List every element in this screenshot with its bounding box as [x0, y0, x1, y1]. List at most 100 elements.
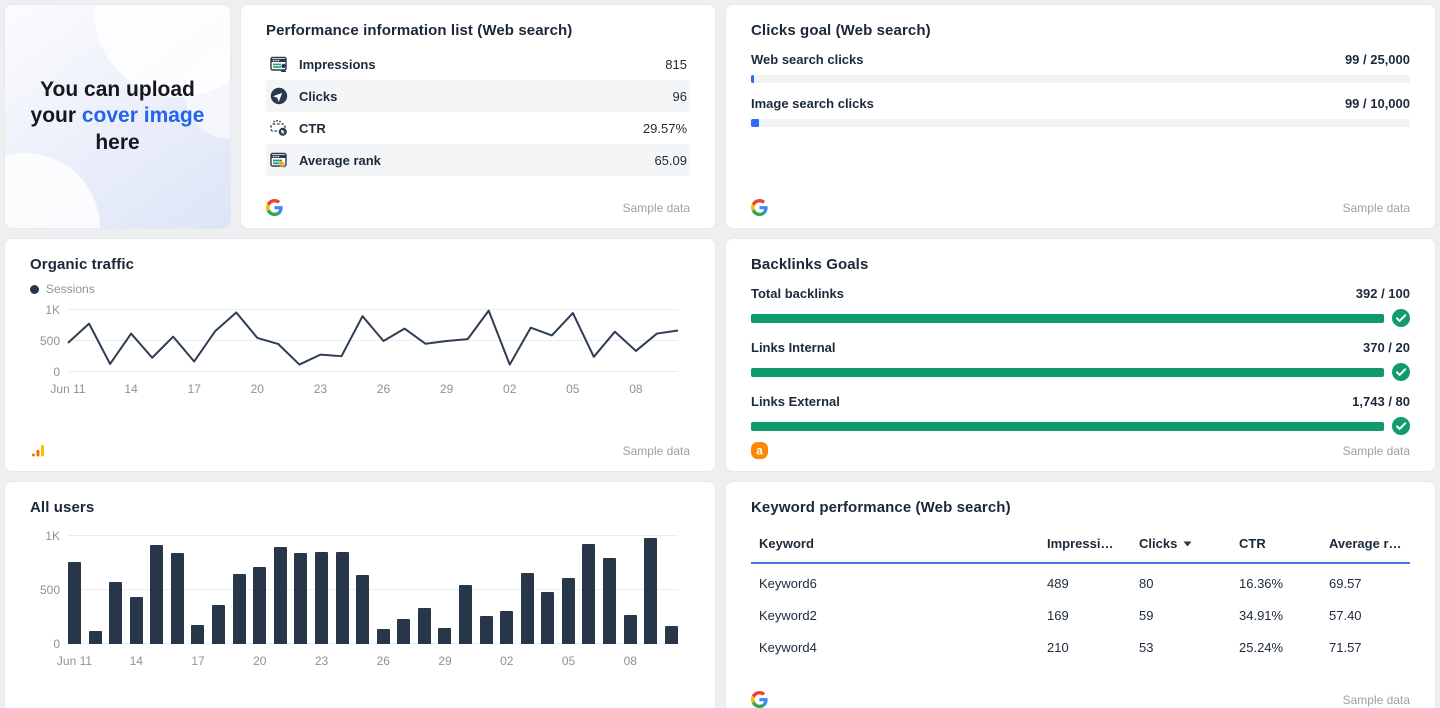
y-axis-tick: 0 [53, 637, 60, 651]
progress-fill [751, 422, 1384, 431]
top-row: You can upload your cover image here Per… [4, 4, 1436, 229]
y-axis-tick: 0 [53, 365, 60, 379]
table-row[interactable]: Keyword2 169 59 34.91% 57.40 [751, 599, 1410, 631]
legend-dot [30, 285, 39, 294]
bar[interactable] [274, 547, 287, 644]
table-row[interactable]: Keyword4 210 53 25.24% 71.57 [751, 631, 1410, 663]
bar-chart-plot [68, 536, 678, 644]
widget-title: Keyword performance (Web search) [751, 499, 1410, 516]
goal-total-backlinks: Total backlinks 392 / 100 [751, 286, 1410, 327]
goal-links-internal: Links Internal 370 / 20 [751, 340, 1410, 381]
bar[interactable] [541, 592, 554, 644]
bar[interactable] [603, 558, 616, 644]
widget-title: All users [30, 499, 690, 516]
clicks-goal-widget[interactable]: Clicks goal (Web search) Web search clic… [725, 4, 1436, 229]
impressions-icon [269, 54, 289, 74]
bar[interactable] [418, 608, 431, 644]
bar[interactable] [665, 626, 678, 644]
organic-traffic-widget[interactable]: Organic traffic Sessions 05001K Jun 1114… [4, 238, 716, 472]
bar[interactable] [315, 552, 328, 644]
column-header-ctr[interactable]: CTR [1239, 536, 1329, 551]
bar[interactable] [89, 631, 102, 644]
bar[interactable] [624, 615, 637, 644]
progress-bar [751, 422, 1384, 431]
bar[interactable] [212, 605, 225, 644]
bar[interactable] [171, 553, 184, 644]
bar[interactable] [521, 573, 534, 644]
x-axis-tick: 02 [500, 654, 513, 668]
metric-list: Impressions 815 Clicks 96 [266, 48, 690, 176]
table-body: Keyword6 489 80 16.36% 69.57 Keyword2 16… [751, 567, 1410, 663]
average-rank-icon [269, 150, 289, 170]
goal-value: 1,743 / 80 [1352, 394, 1410, 409]
cell-impressions: 210 [1047, 640, 1139, 655]
y-axis: 05001K [30, 536, 60, 644]
bar[interactable] [500, 611, 513, 644]
x-axis-tick: 05 [562, 654, 575, 668]
column-header-keyword[interactable]: Keyword [759, 536, 1047, 551]
bar[interactable] [562, 578, 575, 644]
progress-bar [751, 368, 1384, 377]
cell-clicks: 80 [1139, 576, 1239, 591]
bar[interactable] [397, 619, 410, 644]
y-axis-tick: 500 [40, 334, 60, 348]
bar[interactable] [191, 625, 204, 644]
sample-data-label: Sample data [1343, 201, 1410, 215]
y-axis-tick: 500 [40, 583, 60, 597]
check-circle-icon [1392, 309, 1410, 327]
bar[interactable] [294, 553, 307, 644]
sample-data-label: Sample data [1343, 444, 1410, 458]
cell-keyword: Keyword4 [759, 640, 1047, 655]
bar[interactable] [68, 562, 81, 644]
performance-list-widget[interactable]: Performance information list (Web search… [240, 4, 716, 229]
goal-value: 392 / 100 [1356, 286, 1410, 301]
bar[interactable] [438, 628, 451, 644]
goal-value: 99 / 10,000 [1345, 96, 1410, 111]
x-axis-tick: 23 [314, 382, 327, 396]
y-axis-tick: 1K [45, 303, 60, 317]
x-axis-tick: 17 [191, 654, 204, 668]
metric-value: 29.57% [643, 121, 687, 136]
keyword-performance-widget[interactable]: Keyword performance (Web search) Keyword… [725, 481, 1436, 708]
column-header-clicks[interactable]: Clicks [1139, 536, 1239, 551]
sessions-series-line [68, 310, 678, 372]
sort-desc-icon [1183, 541, 1192, 547]
column-header-average-rank[interactable]: Average r… [1329, 536, 1410, 551]
column-header-impressions[interactable]: Impressi… [1047, 536, 1139, 551]
metric-label: Average rank [299, 153, 381, 168]
goal-label: Web search clicks [751, 52, 864, 67]
cover-image-link[interactable]: cover image [82, 104, 205, 127]
x-axis-tick: 02 [503, 382, 516, 396]
bar[interactable] [233, 574, 246, 644]
bar[interactable] [336, 552, 349, 644]
svg-text:a: a [756, 443, 763, 457]
x-axis-tick: 26 [377, 382, 390, 396]
legend-item-sessions[interactable]: Sessions [46, 282, 95, 296]
all-users-widget[interactable]: All users 05001K Jun 1114172023262902050… [4, 481, 716, 708]
cover-text-line2: your [31, 104, 82, 127]
bar[interactable] [253, 567, 266, 644]
x-axis-tick: 17 [188, 382, 201, 396]
bar[interactable] [459, 585, 472, 644]
table-row[interactable]: Keyword6 489 80 16.36% 69.57 [751, 567, 1410, 599]
progress-fill [751, 368, 1384, 377]
backlinks-goals-widget[interactable]: Backlinks Goals Total backlinks 392 / 10… [725, 238, 1436, 472]
metric-value: 96 [673, 89, 687, 104]
bar[interactable] [356, 575, 369, 644]
all-users-bar-chart[interactable]: 05001K Jun 11141720232629020508 [30, 536, 690, 668]
bar[interactable] [480, 616, 493, 644]
widget-title: Performance information list (Web search… [266, 22, 690, 39]
cell-ctr: 25.24% [1239, 640, 1329, 655]
x-axis-tick: Jun 11 [57, 654, 92, 668]
cover-image-card[interactable]: You can upload your cover image here [4, 4, 231, 229]
bar[interactable] [644, 538, 657, 644]
bar[interactable] [109, 582, 122, 644]
bar[interactable] [377, 629, 390, 644]
google-analytics-logo [30, 442, 47, 459]
sample-data-label: Sample data [623, 444, 690, 458]
bar[interactable] [130, 597, 143, 644]
google-logo [266, 199, 283, 216]
bar[interactable] [150, 545, 163, 644]
sessions-line-chart[interactable]: 05001K Jun 11141720232629020508 [30, 310, 690, 396]
bar[interactable] [582, 544, 595, 644]
